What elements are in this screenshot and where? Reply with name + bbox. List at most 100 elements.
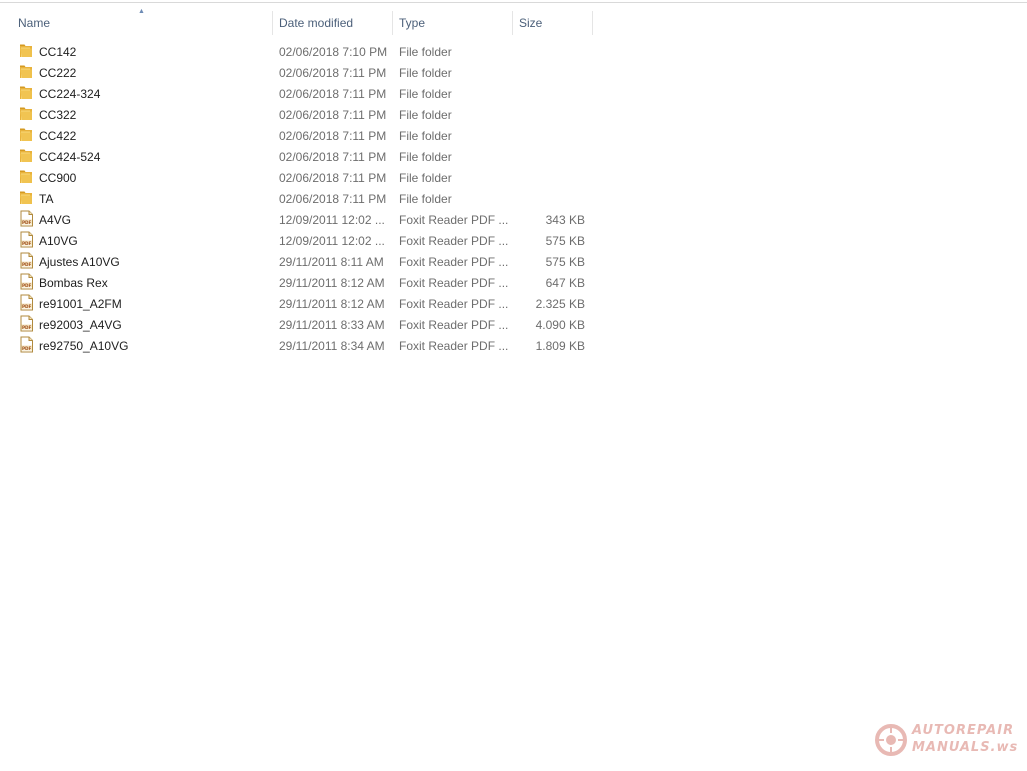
folder-row[interactable]: CC424-524 02/06/2018 7:11 PM File folder <box>0 147 600 168</box>
item-date-modified: 02/06/2018 7:10 PM <box>279 45 388 59</box>
pdf-file-icon: PDF <box>19 336 34 353</box>
column-header-size[interactable]: Size <box>513 9 593 39</box>
folder-icon <box>19 84 34 101</box>
item-name: CC142 <box>39 45 77 59</box>
item-name: CC900 <box>39 171 77 185</box>
item-type: File folder <box>399 45 452 59</box>
pdf-file-icon: PDF <box>19 252 34 269</box>
watermark-wheel-icon <box>875 724 907 756</box>
item-name: Bombas Rex <box>39 276 108 290</box>
item-name: TA <box>39 192 54 206</box>
file-row[interactable]: PDF re92003_A4VG 29/11/2011 8:33 AM Foxit … <box>0 315 600 336</box>
folder-row[interactable]: CC900 02/06/2018 7:11 PM File folder <box>0 168 600 189</box>
item-date-modified: 29/11/2011 8:12 AM <box>279 297 385 311</box>
svg-text:PDF: PDF <box>22 283 32 288</box>
svg-text:PDF: PDF <box>22 304 32 309</box>
folder-icon <box>19 168 34 185</box>
item-date-modified: 02/06/2018 7:11 PM <box>279 171 387 185</box>
item-type: File folder <box>399 171 452 185</box>
item-type: Foxit Reader PDF ... <box>399 234 509 248</box>
item-size: 1.809 KB <box>535 339 585 353</box>
item-type: File folder <box>399 192 452 206</box>
item-date-modified: 02/06/2018 7:11 PM <box>279 87 387 101</box>
file-row[interactable]: PDF A4VG 12/09/2011 12:02 ... Foxit Reader… <box>0 210 600 231</box>
pdf-file-icon: PDF <box>19 231 34 248</box>
svg-text:PDF: PDF <box>22 241 32 246</box>
item-size: 4.090 KB <box>535 318 585 332</box>
item-type: Foxit Reader PDF ... <box>399 318 509 332</box>
folder-icon <box>19 42 34 59</box>
watermark-line1: AUTOREPAIR <box>912 723 1015 738</box>
item-name: CC322 <box>39 108 77 122</box>
item-name: CC424-524 <box>39 150 101 164</box>
item-type: File folder <box>399 87 452 101</box>
file-row[interactable]: PDF A10VG 12/09/2011 12:02 ... Foxit Reade… <box>0 231 600 252</box>
file-row[interactable]: PDF re92750_A10VG 29/11/2011 8:34 AM Foxit… <box>0 336 600 357</box>
column-divider-handle[interactable] <box>592 11 593 35</box>
item-name: re91001_A2FM <box>39 297 122 311</box>
item-date-modified: 29/11/2011 8:11 AM <box>279 255 384 269</box>
column-header-type-label: Type <box>399 16 426 30</box>
window-top-border <box>0 2 1027 3</box>
item-type: File folder <box>399 66 452 80</box>
item-date-modified: 29/11/2011 8:12 AM <box>279 276 385 290</box>
file-row[interactable]: PDF Bombas Rex 29/11/2011 8:12 AM Foxit Re… <box>0 273 600 294</box>
item-type: Foxit Reader PDF ... <box>399 339 509 353</box>
item-name: CC222 <box>39 66 77 80</box>
item-type: Foxit Reader PDF ... <box>399 276 509 290</box>
item-size: 647 KB <box>545 276 585 290</box>
pdf-file-icon: PDF <box>19 273 34 290</box>
item-name: A4VG <box>39 213 72 227</box>
item-type: Foxit Reader PDF ... <box>399 297 509 311</box>
item-size: 2.325 KB <box>535 297 585 311</box>
file-row[interactable]: PDF re91001_A2FM 29/11/2011 8:12 AM Foxit … <box>0 294 600 315</box>
item-type: Foxit Reader PDF ... <box>399 255 509 269</box>
item-type: File folder <box>399 108 452 122</box>
pdf-file-icon: PDF <box>19 315 34 332</box>
file-row[interactable]: PDF Ajustes A10VG 29/11/2011 8:11 AM Foxit… <box>0 252 600 273</box>
folder-row[interactable]: CC422 02/06/2018 7:11 PM File folder <box>0 126 600 147</box>
pdf-file-icon: PDF <box>19 210 34 227</box>
item-date-modified: 02/06/2018 7:11 PM <box>279 108 387 122</box>
folder-icon <box>19 189 34 206</box>
svg-text:PDF: PDF <box>22 262 32 267</box>
folder-row[interactable]: CC222 02/06/2018 7:11 PM File folder <box>0 63 600 84</box>
item-size: 343 KB <box>545 213 585 227</box>
watermark-line2: MANUALS.ws <box>912 740 1019 755</box>
svg-text:PDF: PDF <box>22 325 32 330</box>
item-date-modified: 02/06/2018 7:11 PM <box>279 150 387 164</box>
item-date-modified: 12/09/2011 12:02 ... <box>279 213 385 227</box>
sort-ascending-icon: ▲ <box>138 8 145 15</box>
svg-text:PDF: PDF <box>22 220 32 225</box>
folder-row[interactable]: TA 02/06/2018 7:11 PM File folder <box>0 189 600 210</box>
folder-row[interactable]: CC322 02/06/2018 7:11 PM File folder <box>0 105 600 126</box>
column-header-size-label: Size <box>519 16 543 30</box>
item-date-modified: 29/11/2011 8:34 AM <box>279 339 385 353</box>
column-header-name-label: Name <box>18 16 51 30</box>
item-type: File folder <box>399 129 452 143</box>
item-type: File folder <box>399 150 452 164</box>
item-name: Ajustes A10VG <box>39 255 120 269</box>
item-size: 575 KB <box>545 255 585 269</box>
file-list: CC142 02/06/2018 7:10 PM File folder CC222… <box>0 42 600 357</box>
folder-icon <box>19 126 34 143</box>
folder-icon <box>19 63 34 80</box>
item-name: re92750_A10VG <box>39 339 129 353</box>
item-date-modified: 29/11/2011 8:33 AM <box>279 318 385 332</box>
column-header-date-label: Date modified <box>279 16 354 30</box>
item-date-modified: 12/09/2011 12:02 ... <box>279 234 385 248</box>
item-size: 575 KB <box>545 234 585 248</box>
folder-row[interactable]: CC142 02/06/2018 7:10 PM File folder <box>0 42 600 63</box>
item-date-modified: 02/06/2018 7:11 PM <box>279 129 387 143</box>
folder-icon <box>19 147 34 164</box>
item-name: re92003_A4VG <box>39 318 122 332</box>
item-date-modified: 02/06/2018 7:11 PM <box>279 66 387 80</box>
column-header-type[interactable]: Type <box>393 9 513 39</box>
folder-row[interactable]: CC224-324 02/06/2018 7:11 PM File folder <box>0 84 600 105</box>
pdf-file-icon: PDF <box>19 294 34 311</box>
column-header-date-modified[interactable]: Date modified <box>273 9 393 39</box>
item-name: A10VG <box>39 234 78 248</box>
item-type: Foxit Reader PDF ... <box>399 213 509 227</box>
item-date-modified: 02/06/2018 7:11 PM <box>279 192 387 206</box>
folder-icon <box>19 105 34 122</box>
